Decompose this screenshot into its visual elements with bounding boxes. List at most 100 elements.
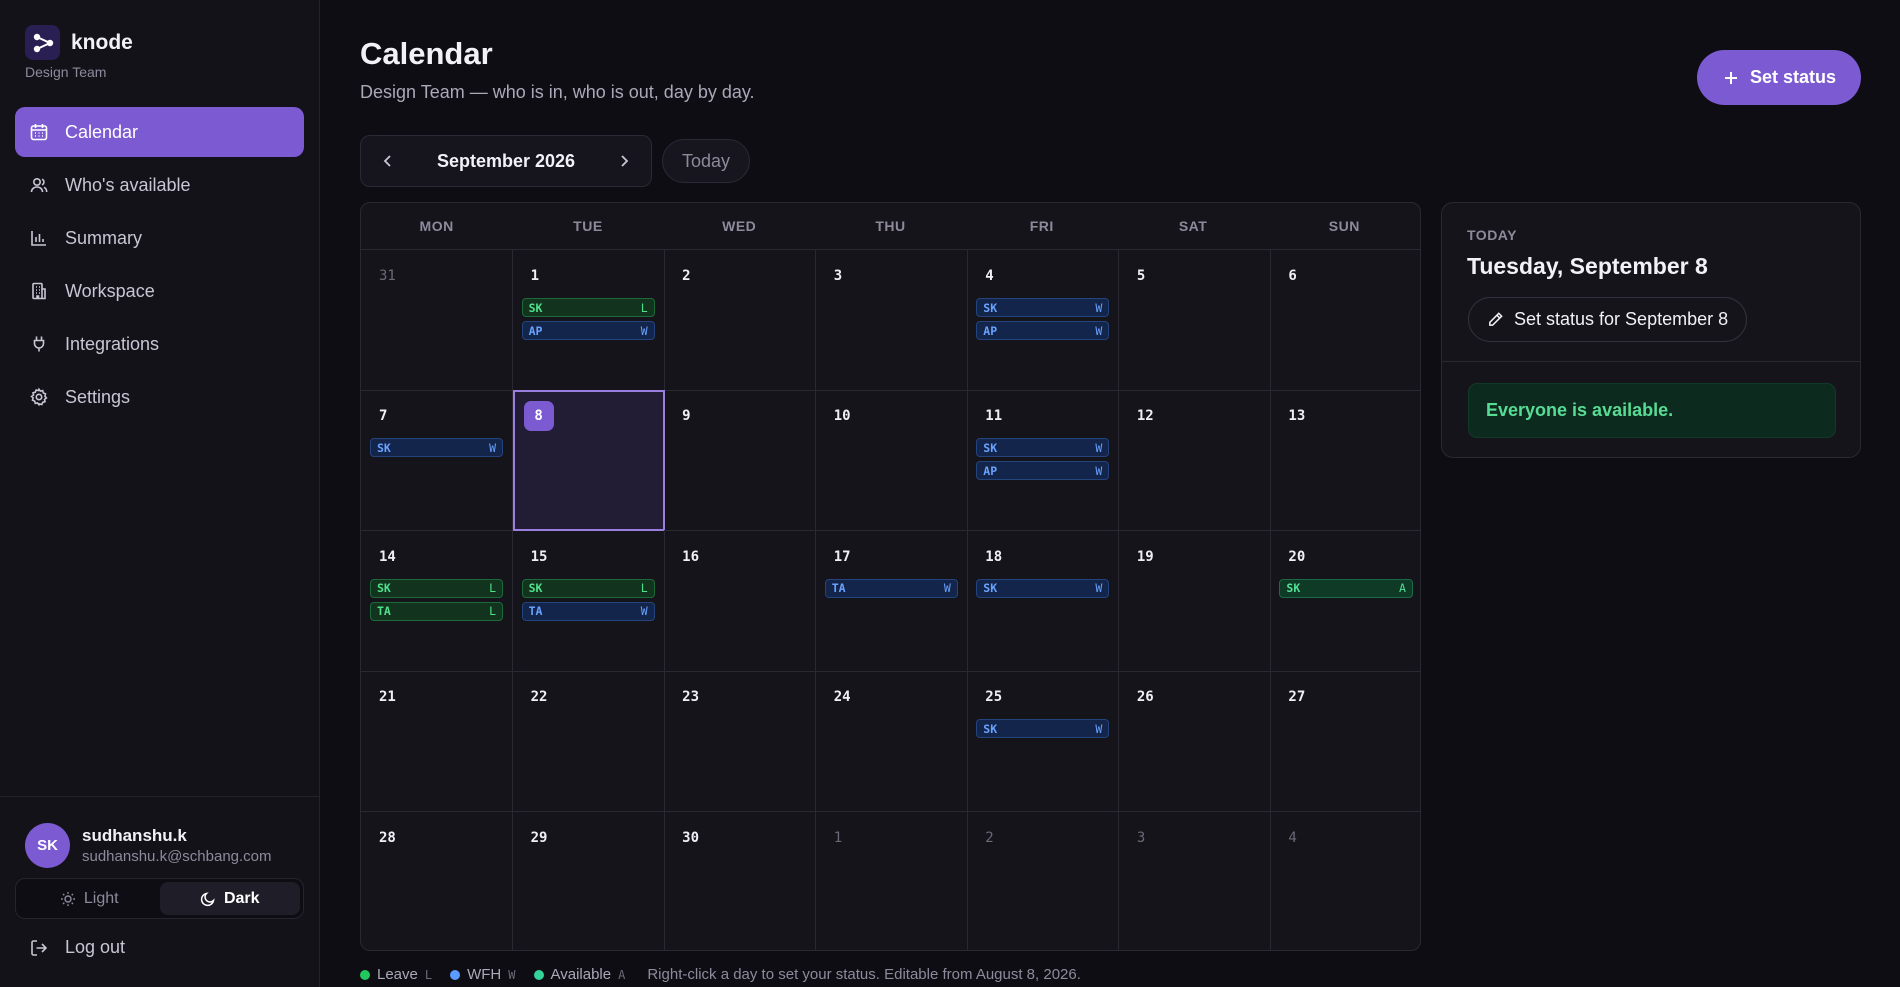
page-title: Calendar: [360, 36, 493, 71]
status-chip[interactable]: AP W: [521, 321, 655, 340]
chip-status-code: L: [640, 300, 648, 315]
day-cell[interactable]: 31: [361, 250, 514, 391]
today-button[interactable]: Today: [662, 139, 750, 183]
day-cell[interactable]: 16: [664, 530, 817, 672]
status-chips: TA W: [824, 578, 958, 602]
day-cell[interactable]: 11 SK W AP W: [967, 390, 1120, 532]
day-number: 6: [1288, 268, 1297, 284]
status-chip[interactable]: SK L: [521, 298, 655, 317]
sidebar-item-settings[interactable]: Settings: [15, 372, 304, 422]
day-number: 30: [682, 829, 699, 846]
bar-chart-icon: [31, 231, 46, 246]
knode-logo-icon: [25, 25, 60, 60]
day-number: 29: [530, 829, 548, 846]
status-chip[interactable]: TA L: [370, 601, 504, 621]
logout-icon: [31, 939, 48, 956]
user-profile[interactable]: SK sudhanshu.k sudhanshu.k@schbang.com: [25, 823, 272, 868]
status-chips: SK W: [976, 578, 1110, 602]
day-number: 28: [379, 829, 396, 846]
day-cell[interactable]: 20 SK A: [1270, 531, 1420, 672]
moon-icon: [200, 891, 215, 906]
chip-status-code: W: [1095, 581, 1103, 596]
day-number: 12: [1136, 408, 1154, 425]
day-number: 31: [379, 268, 396, 284]
set-status-button[interactable]: Set status: [1697, 50, 1861, 105]
chip-status-code: L: [489, 581, 497, 596]
status-chips: SK A: [1279, 578, 1413, 602]
day-cell[interactable]: 12: [1118, 390, 1271, 532]
logout-button[interactable]: Log out: [29, 937, 125, 958]
day-cell[interactable]: 14 SK L TA L: [361, 530, 514, 672]
day-cell[interactable]: 4 SK W AP W: [967, 250, 1120, 391]
day-cell[interactable]: 24: [815, 671, 968, 813]
legend-dot-icon: [533, 969, 544, 980]
day-cell[interactable]: 21: [361, 671, 514, 813]
next-month-button[interactable]: [613, 150, 635, 172]
status-chip[interactable]: SK W: [976, 578, 1110, 598]
status-chip[interactable]: SK W: [976, 438, 1110, 458]
month-calendar: MON TUE WED THU FRI SAT SUN 31 1 SK L AP W 2 3 4 SK W AP W…: [360, 202, 1421, 951]
day-cell[interactable]: 17 TA W: [815, 530, 968, 672]
day-cell[interactable]: 1: [816, 811, 968, 950]
theme-dark-button[interactable]: Dark: [159, 882, 300, 915]
theme-light-label: Light: [83, 889, 119, 907]
day-cell[interactable]: 7 SK W: [361, 390, 514, 532]
sidebar-divider: [0, 796, 320, 797]
legend-hint: Right-click a day to set your status. Ed…: [647, 966, 1081, 983]
sidebar-item-calendar[interactable]: Calendar: [15, 107, 304, 157]
status-chip[interactable]: TA W: [521, 601, 655, 621]
day-cell[interactable]: 6: [1270, 250, 1420, 391]
chip-initials: SK: [528, 300, 543, 315]
status-chip[interactable]: AP W: [976, 321, 1110, 340]
sidebar-item-label: Summary: [65, 227, 143, 248]
status-chip[interactable]: SK L: [370, 578, 504, 598]
status-chip[interactable]: SK W: [370, 438, 504, 458]
status-chip[interactable]: AP W: [976, 461, 1110, 481]
status-chip[interactable]: SK L: [521, 578, 655, 598]
day-cell[interactable]: 1 SK L AP W: [512, 250, 665, 391]
chip-initials: SK: [528, 581, 543, 596]
set-status-for-day-button[interactable]: Set status for September 8: [1468, 297, 1748, 342]
day-number: 16: [682, 548, 699, 565]
plus-icon: [1724, 71, 1737, 84]
day-cell[interactable]: 5: [1118, 250, 1271, 391]
status-chip[interactable]: SK W: [976, 719, 1110, 739]
sidebar-item-workspace[interactable]: Workspace: [15, 266, 304, 316]
user-email: sudhanshu.k@schbang.com: [82, 848, 272, 865]
day-number: 26: [1136, 689, 1154, 706]
day-cell[interactable]: 26: [1118, 671, 1271, 813]
day-cell[interactable]: 19: [1118, 530, 1271, 672]
theme-light-button[interactable]: Light: [19, 882, 160, 915]
day-cell[interactable]: 2: [967, 811, 1120, 950]
month-navigator: September 2026: [360, 135, 652, 187]
day-number: 10: [833, 408, 851, 425]
day-cell[interactable]: 18 SK W: [967, 530, 1120, 672]
day-cell[interactable]: 13: [1270, 390, 1420, 532]
status-chip[interactable]: SK A: [1279, 578, 1413, 598]
day-cell[interactable]: 4: [1270, 812, 1420, 950]
chip-status-code: A: [1399, 581, 1406, 596]
day-cell[interactable]: 30: [664, 811, 817, 950]
status-chip[interactable]: SK W: [976, 298, 1110, 317]
day-cell[interactable]: 2: [664, 250, 817, 391]
sidebar-item-summary[interactable]: Summary: [15, 213, 304, 263]
day-cell[interactable]: 29: [513, 811, 665, 950]
day-cell[interactable]: 3: [1119, 811, 1271, 950]
calendar-icon: [30, 124, 48, 141]
sidebar-item-integrations[interactable]: Integrations: [15, 319, 304, 369]
day-number: 11: [985, 408, 1003, 425]
day-cell[interactable]: 3: [815, 250, 968, 391]
day-cell[interactable]: 23: [664, 671, 817, 813]
day-cell[interactable]: 9: [664, 390, 817, 532]
day-cell-today[interactable]: 8: [512, 390, 665, 532]
status-chip[interactable]: TA W: [824, 578, 958, 598]
day-cell[interactable]: 27: [1270, 671, 1420, 813]
day-cell[interactable]: 15 SK L TA W: [512, 530, 665, 672]
prev-month-button[interactable]: [377, 150, 399, 172]
day-cell[interactable]: 28: [361, 811, 514, 950]
day-cell[interactable]: 22: [512, 671, 665, 813]
brand[interactable]: knode: [25, 25, 133, 60]
day-cell[interactable]: 25 SK W: [967, 671, 1120, 813]
day-cell[interactable]: 10: [815, 390, 968, 532]
sidebar-item-whos-available[interactable]: Who's available: [15, 160, 304, 210]
